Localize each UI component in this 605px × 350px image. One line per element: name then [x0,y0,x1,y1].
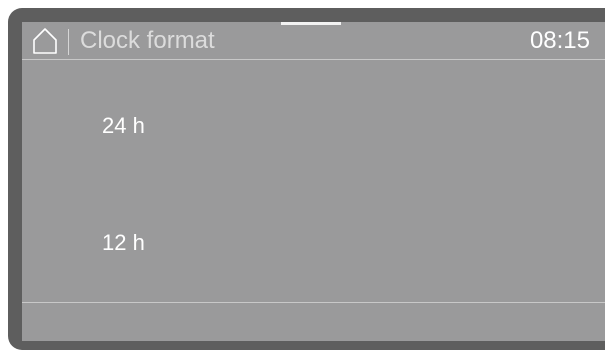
page-title: Clock format [80,27,215,54]
option-24h[interactable]: 24 h [102,112,145,140]
home-button[interactable] [32,27,58,55]
header-divider [68,29,69,55]
display-screen: Clock format 08:15 24 h 12 h [22,22,605,341]
footer-divider [22,302,605,303]
home-icon [33,28,57,54]
clock-time: 08:15 [529,27,590,54]
header-bar: Clock format 08:15 [22,22,605,60]
option-12h[interactable]: 12 h [102,229,145,257]
